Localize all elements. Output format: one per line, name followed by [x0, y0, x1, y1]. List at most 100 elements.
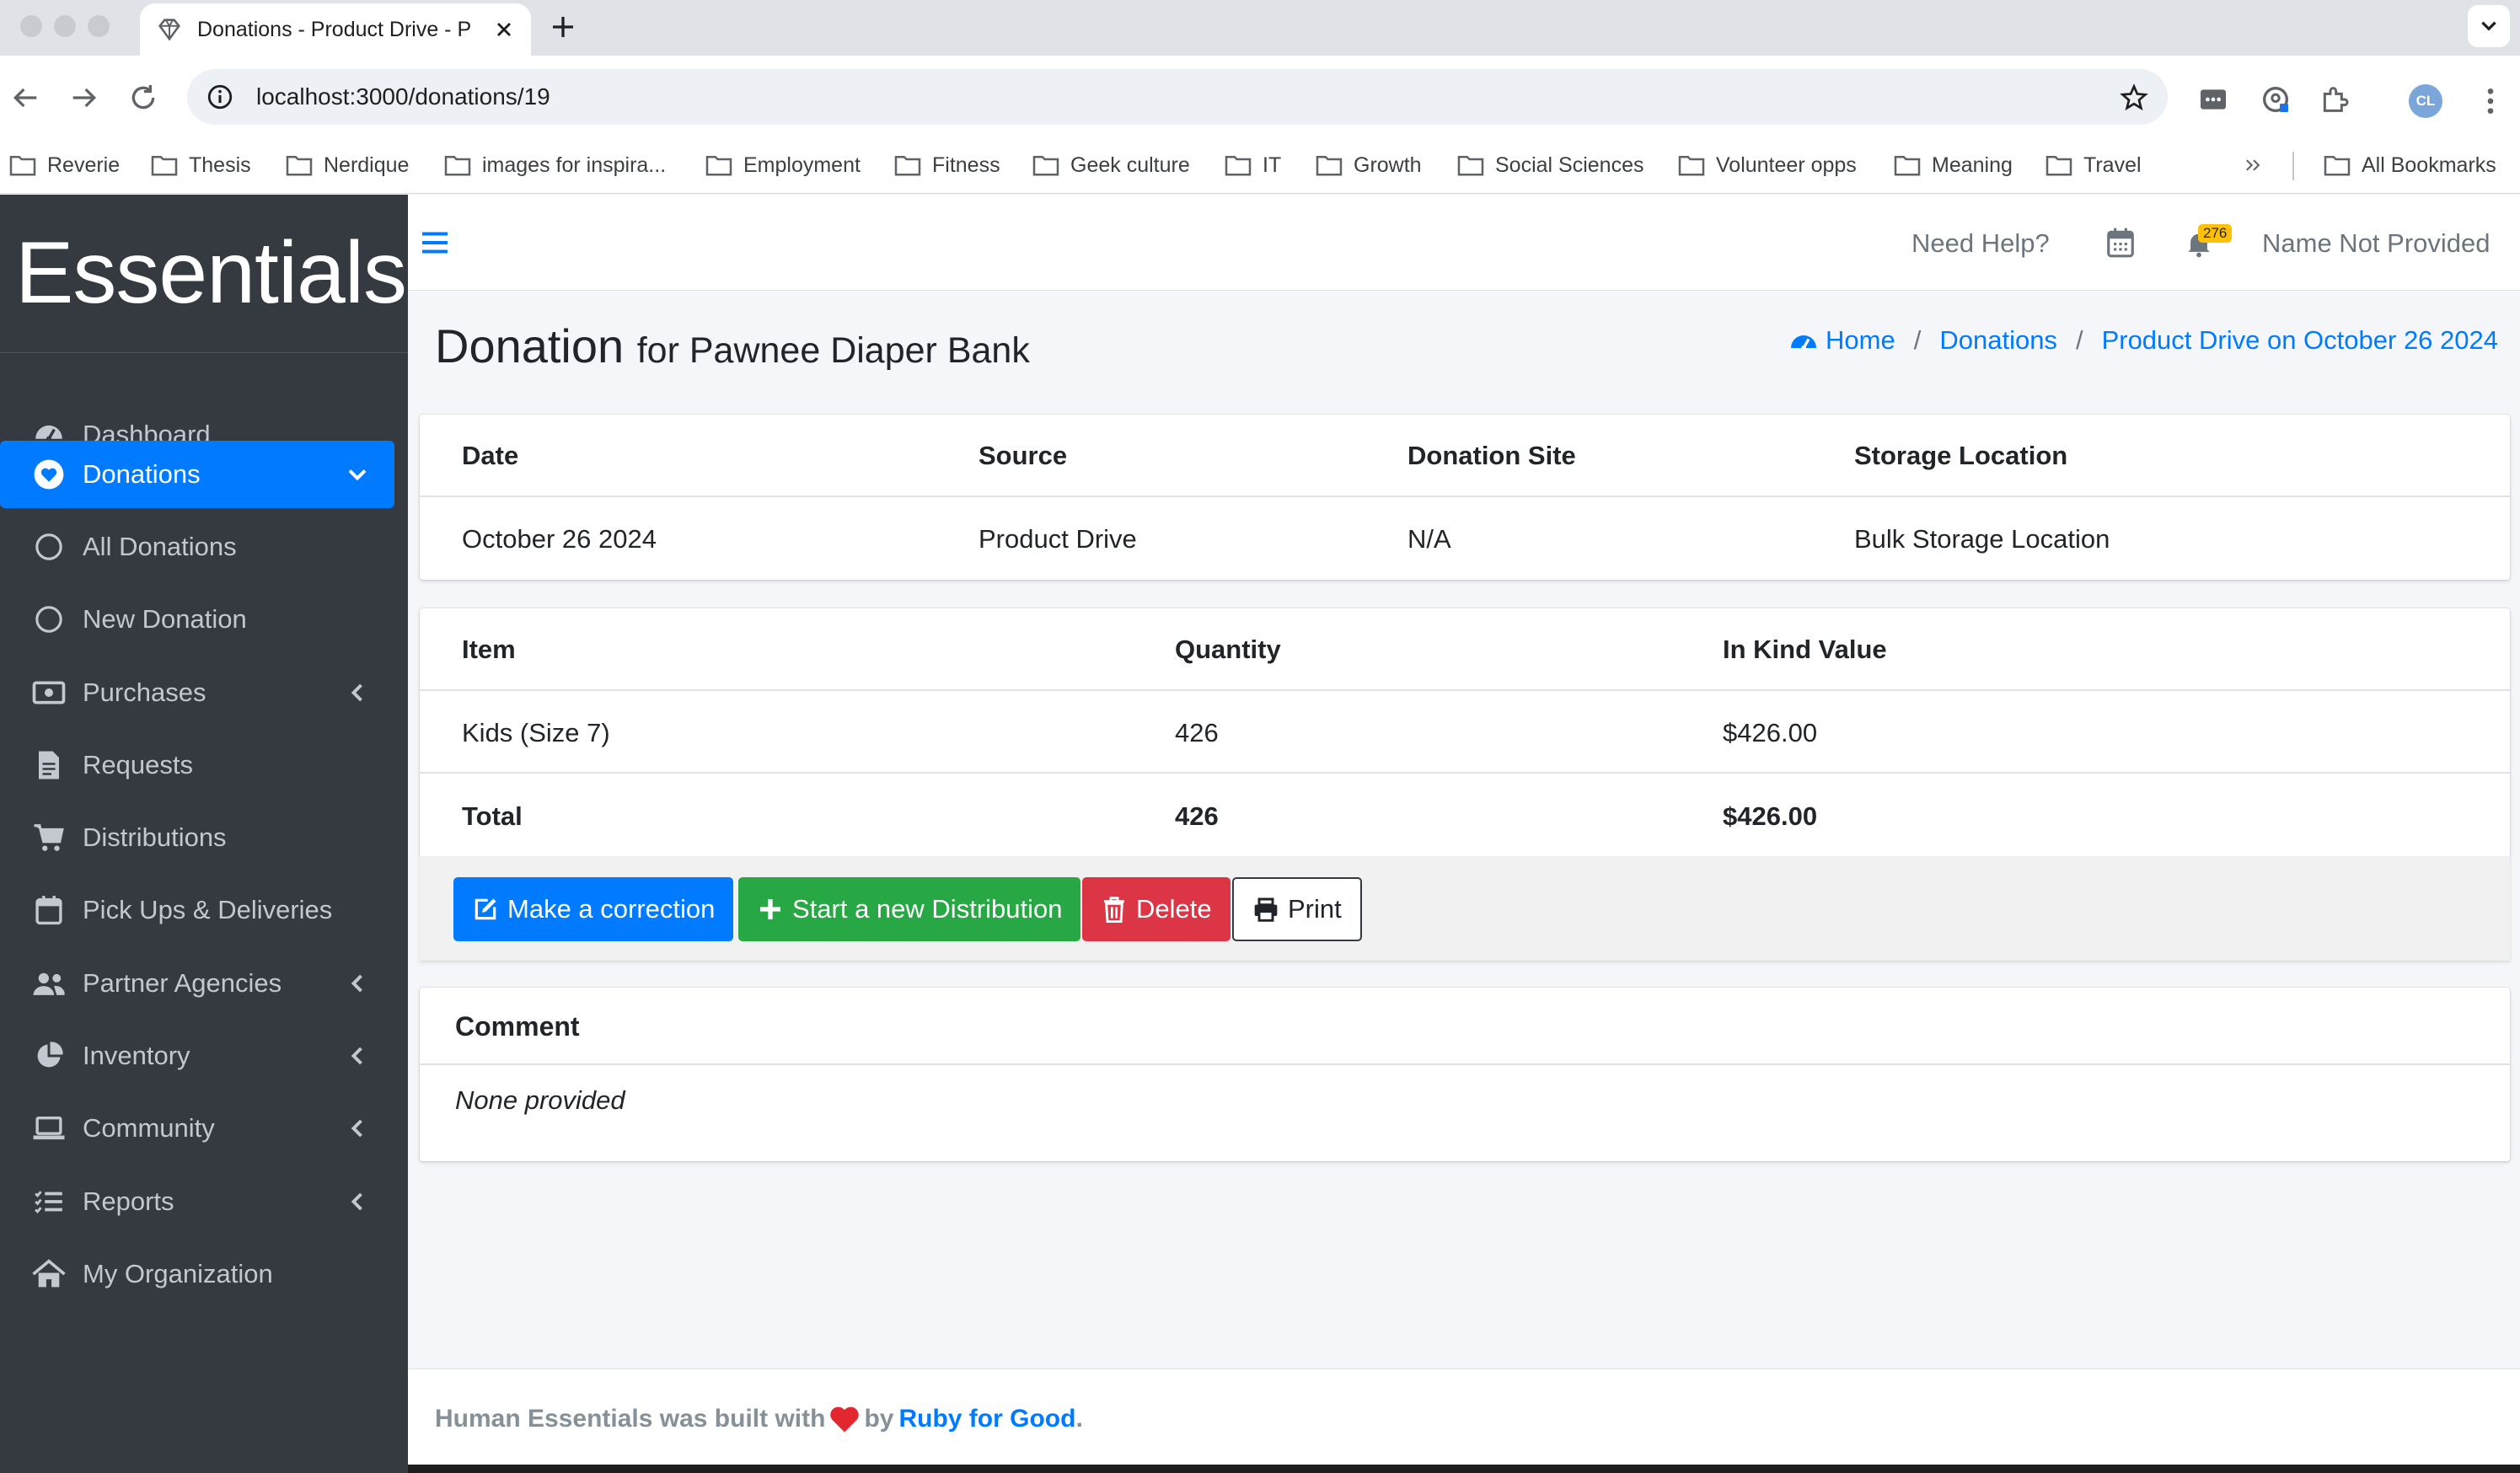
total-label: Total — [462, 801, 523, 831]
sidebar-item-all-donations[interactable]: All Donations — [0, 513, 394, 581]
bookmarks-bar: Reverie Thesis Nerdique images for inspi… — [0, 140, 2520, 194]
hamburger-menu-icon[interactable] — [420, 228, 450, 257]
breadcrumb: Home / Donations / Product Drive on Octo… — [1788, 325, 2498, 356]
breadcrumb-home[interactable]: Home — [1826, 325, 1895, 356]
column-header-quantity: Quantity — [1175, 635, 1281, 664]
site-info-icon[interactable] — [206, 83, 234, 111]
sidebar-item-inventory[interactable]: Inventory — [0, 1022, 394, 1090]
items-header-row: Item Quantity In Kind Value — [420, 608, 2510, 691]
folder-icon — [444, 155, 471, 176]
sidebar-item-distributions[interactable]: Distributions — [0, 804, 394, 871]
window-minimize-dot[interactable] — [54, 15, 76, 37]
folder-icon — [1032, 155, 1059, 176]
reload-icon[interactable] — [126, 81, 160, 115]
chevron-left-icon — [351, 1192, 362, 1211]
tab-title: Donations - Product Drive - P — [197, 17, 472, 41]
start-distribution-button[interactable]: Start a new Distribution — [738, 877, 1081, 941]
sidebar-item-purchases[interactable]: Purchases — [0, 659, 394, 726]
breadcrumb-donations[interactable]: Donations — [1939, 325, 2057, 356]
sidebar-item-my-organization[interactable]: My Organization — [0, 1240, 394, 1308]
browser-tab[interactable]: Donations - Product Drive - P — [140, 3, 531, 56]
chevron-down-icon — [348, 469, 367, 481]
column-header-in-kind-value: In Kind Value — [1723, 635, 1887, 664]
more-bookmarks-chevron-icon[interactable] — [2242, 148, 2265, 182]
sidebar-item-pickups-deliveries[interactable]: Pick Ups & Deliveries — [0, 876, 394, 944]
total-row: Total 426 $426.00 — [420, 774, 2510, 858]
line-items-card: Item Quantity In Kind Value Kids (Size 7… — [420, 608, 2510, 858]
column-header-item: Item — [462, 635, 516, 664]
close-tab-icon[interactable] — [492, 18, 516, 41]
browser-menu-icon[interactable] — [2474, 84, 2507, 118]
bookmark-folder[interactable]: Social Sciences — [1456, 148, 1643, 182]
sidebar-item-reports[interactable]: Reports — [0, 1168, 394, 1235]
user-name-menu[interactable]: Name Not Provided — [2262, 228, 2491, 259]
url-text: localhost:3000/donations/19 — [256, 83, 550, 110]
chevron-left-icon — [351, 1047, 362, 1065]
bookmark-folder[interactable]: Travel — [2045, 148, 2142, 182]
window-close-dot[interactable] — [20, 15, 42, 37]
extension-dots-icon[interactable] — [2196, 83, 2230, 116]
top-navbar: Need Help? 276 Name Not Provided — [408, 195, 2520, 291]
folder-icon — [1894, 155, 1921, 176]
column-header-storage-location: Storage Location — [1854, 441, 2068, 470]
make-correction-button[interactable]: Make a correction — [453, 877, 734, 941]
printer-icon — [1254, 897, 1278, 922]
ruby-for-good-link[interactable]: Ruby for Good — [898, 1405, 1075, 1433]
browser-tab-bar: Donations - Product Drive - P — [0, 0, 2520, 56]
browser-toolbar: localhost:3000/donations/19 CL — [0, 56, 2520, 140]
brand-logo[interactable]: Essentials — [0, 195, 408, 353]
sidebar-item-new-donation[interactable]: New Donation — [0, 586, 394, 653]
trash-icon — [1104, 897, 1124, 923]
file-icon — [39, 751, 59, 779]
chevron-down-icon — [2481, 21, 2496, 31]
bookmark-folder[interactable]: images for inspira... — [443, 148, 666, 182]
donation-source: Product Drive — [979, 524, 1137, 554]
calendar-icon[interactable] — [2105, 227, 2136, 259]
profile-avatar[interactable]: CL — [2409, 84, 2442, 118]
bookmark-star-icon[interactable] — [2119, 83, 2149, 113]
bookmark-folder[interactable]: Volunteer opps — [1677, 148, 1857, 182]
address-bar[interactable]: localhost:3000/donations/19 — [187, 69, 2168, 125]
folder-icon — [1316, 155, 1343, 176]
item-value: $426.00 — [1723, 718, 1818, 747]
heart-icon — [34, 459, 64, 490]
folder-icon — [9, 155, 36, 176]
bookmark-folder[interactable]: Geek culture — [1032, 148, 1190, 182]
circle-icon — [35, 606, 62, 633]
window-zoom-dot[interactable] — [88, 15, 110, 37]
forward-icon[interactable] — [67, 81, 101, 115]
sidebar-item-community[interactable]: Community — [0, 1095, 394, 1162]
notification-count-badge: 276 — [2198, 224, 2233, 243]
breadcrumb-current[interactable]: Product Drive on October 26 2024 — [2102, 325, 2498, 356]
column-header-donation-site: Donation Site — [1407, 441, 1576, 470]
bookmark-folder[interactable]: Reverie — [8, 148, 120, 182]
list-icon — [35, 1191, 62, 1213]
breadcrumb-separator: / — [1913, 325, 1922, 355]
folder-icon — [705, 155, 732, 176]
back-icon[interactable] — [8, 81, 42, 115]
need-help-link[interactable]: Need Help? — [1911, 228, 2050, 259]
sidebar-item-partner-agencies[interactable]: Partner Agencies — [0, 950, 394, 1017]
bookmark-folder[interactable]: Meaning — [1893, 148, 2013, 182]
delete-button[interactable]: Delete — [1082, 877, 1231, 941]
breadcrumb-separator: / — [2075, 325, 2083, 355]
bookmark-folder[interactable]: Thesis — [150, 148, 251, 182]
extensions-puzzle-icon[interactable] — [2318, 83, 2351, 116]
all-bookmarks[interactable]: All Bookmarks — [2323, 148, 2496, 182]
tab-search-button[interactable] — [2468, 5, 2510, 47]
sidebar-item-requests[interactable]: Requests — [0, 731, 394, 799]
folder-icon — [2324, 155, 2351, 176]
item-name: Kids (Size 7) — [462, 718, 610, 747]
bookmark-folder[interactable]: Nerdique — [285, 148, 409, 182]
bookmark-folder[interactable]: IT — [1224, 148, 1281, 182]
bookmark-folder[interactable]: Employment — [705, 148, 861, 182]
comment-header: Comment — [420, 988, 2510, 1065]
sidebar: Essentials Dashboard Donations All Donat… — [0, 195, 408, 1473]
print-button[interactable]: Print — [1232, 877, 1362, 941]
new-tab-icon[interactable] — [548, 12, 578, 42]
bookmark-folder[interactable]: Growth — [1315, 148, 1422, 182]
sidebar-item-donations[interactable]: Donations — [0, 441, 394, 508]
password-manager-icon[interactable] — [2259, 83, 2292, 116]
bookmark-folder[interactable]: Fitness — [893, 148, 1000, 182]
folder-icon — [894, 155, 921, 176]
